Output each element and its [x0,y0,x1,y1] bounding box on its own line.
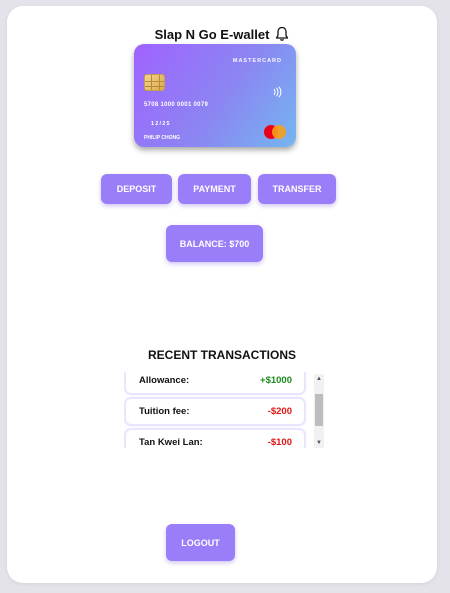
scroll-thumb[interactable] [315,394,323,426]
app-frame: Slap N Go E-wallet MASTERCARD 5708 1000 … [7,6,437,583]
transaction-amount: +$1000 [260,375,292,386]
transaction-item[interactable]: Tuition fee: -$200 [126,399,304,424]
credit-card: MASTERCARD 5708 1000 0001 0079 12/25 PHI… [134,44,296,147]
transaction-label: Tuition fee: [139,406,190,417]
card-holder-name: PHILIP CHONG [144,135,181,141]
card-brand: MASTERCARD [232,58,282,64]
scroll-up-arrow-icon[interactable]: ▲ [314,374,324,384]
transaction-amount: -$100 [267,437,292,448]
logout-button[interactable]: LOGOUT [166,524,235,561]
contactless-icon [272,85,282,98]
transaction-amount: -$200 [267,406,292,417]
transactions-scrollbar[interactable]: ▲ ▼ [314,374,324,448]
balance-button[interactable]: BALANCE: $700 [166,225,263,262]
transfer-button[interactable]: TRANSFER [258,174,336,204]
card-expiry: 12/25 [151,121,171,127]
transaction-label: Tan Kwei Lan: [139,437,203,448]
transactions-list[interactable]: Allowance: +$1000 Tuition fee: -$200 Tan… [124,372,324,448]
mastercard-logo [264,125,286,139]
header: Slap N Go E-wallet [7,26,437,42]
chip-icon [144,74,165,91]
transaction-item[interactable]: Tan Kwei Lan: -$100 [126,430,304,448]
bell-icon[interactable] [275,26,289,42]
recent-transactions-title: RECENT TRANSACTIONS [147,348,296,362]
transactions-scroll-content: Allowance: +$1000 Tuition fee: -$200 Tan… [126,372,306,448]
mastercard-orange-circle [272,125,286,139]
scroll-down-arrow-icon[interactable]: ▼ [314,438,324,448]
transaction-label: Allowance: [139,375,190,386]
payment-button[interactable]: PAYMENT [178,174,251,204]
app-title: Slap N Go E-wallet [154,26,270,42]
card-number: 5708 1000 0001 0079 [144,102,209,108]
deposit-button[interactable]: DEPOSIT [101,174,172,204]
transaction-item[interactable]: Allowance: +$1000 [126,372,304,393]
